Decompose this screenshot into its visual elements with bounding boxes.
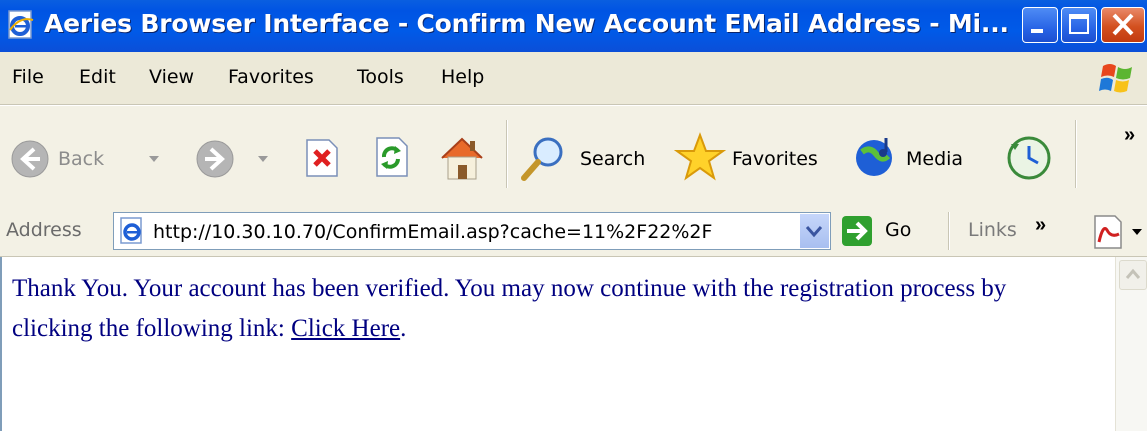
menu-tools[interactable]: Tools <box>357 66 404 88</box>
minimize-icon <box>1031 29 1043 33</box>
menu-bar: File Edit View Favorites Tools Help <box>0 52 1147 105</box>
toolbar-separator <box>506 120 508 188</box>
home-icon[interactable] <box>437 133 487 183</box>
address-input[interactable]: http://10.30.10.70/ConfirmEmail.asp?cach… <box>113 212 831 250</box>
address-dropdown-button[interactable] <box>799 214 829 248</box>
links-label[interactable]: Links <box>968 219 1017 241</box>
favorites-icon <box>674 132 726 181</box>
message-text: Thank You. Your account has been verifie… <box>12 275 1007 342</box>
history-icon[interactable] <box>1005 134 1053 182</box>
toolbar-separator <box>1075 120 1077 188</box>
address-separator <box>948 212 950 250</box>
chevron-up-icon <box>1125 268 1141 279</box>
search-icon <box>521 137 563 181</box>
forward-dropdown-icon <box>258 156 268 162</box>
toolbar-overflow-icon[interactable]: » <box>1124 124 1135 147</box>
go-button[interactable]: Go <box>838 206 918 256</box>
favorites-label: Favorites <box>732 148 818 170</box>
close-button[interactable] <box>1101 7 1145 43</box>
address-bar: Address http://10.30.10.70/ConfirmEmail.… <box>0 206 1147 257</box>
pdf-icon <box>1094 215 1122 249</box>
close-icon <box>1112 13 1134 36</box>
back-icon <box>11 140 49 178</box>
maximize-icon <box>1069 14 1089 34</box>
chevron-down-icon <box>1132 229 1142 235</box>
links-overflow-icon[interactable]: » <box>1035 214 1046 237</box>
title-bar[interactable]: Aeries Browser Interface - Confirm New A… <box>0 0 1147 52</box>
menu-edit[interactable]: Edit <box>79 66 116 88</box>
minimize-button[interactable] <box>1022 7 1058 43</box>
address-label: Address <box>6 219 82 241</box>
page-content: Thank You. Your account has been verifie… <box>0 257 1147 431</box>
ie-page-icon <box>8 10 34 39</box>
menu-help[interactable]: Help <box>441 66 484 88</box>
address-url: http://10.30.10.70/ConfirmEmail.asp?cach… <box>153 221 713 243</box>
search-label: Search <box>580 148 646 170</box>
window-title: Aeries Browser Interface - Confirm New A… <box>44 9 1009 38</box>
forward-button[interactable] <box>190 106 275 206</box>
media-label: Media <box>906 148 964 170</box>
message-trailing: . <box>400 315 407 342</box>
back-label: Back <box>58 148 105 170</box>
forward-icon <box>196 140 234 178</box>
acrobat-button[interactable] <box>1085 212 1145 252</box>
favorites-button[interactable]: Favorites <box>672 106 842 206</box>
chevron-down-icon <box>805 226 823 238</box>
standard-toolbar: Back Search Favorites Media » <box>0 105 1147 207</box>
maximize-button[interactable] <box>1061 7 1097 43</box>
stop-icon[interactable] <box>303 138 339 178</box>
vertical-scrollbar[interactable] <box>1115 257 1147 431</box>
menu-view[interactable]: View <box>149 66 194 88</box>
media-button[interactable]: Media <box>850 106 990 206</box>
confirmation-message: Thank You. Your account has been verifie… <box>12 269 1092 349</box>
click-here-link[interactable]: Click Here <box>291 315 400 342</box>
go-arrow-icon <box>842 216 872 246</box>
browser-window: Aeries Browser Interface - Confirm New A… <box>0 0 1147 431</box>
back-dropdown-icon <box>149 156 159 162</box>
refresh-icon[interactable] <box>373 136 409 178</box>
search-button[interactable]: Search <box>515 106 665 206</box>
page-icon <box>120 217 142 244</box>
menu-file[interactable]: File <box>12 66 44 88</box>
media-icon <box>856 138 892 176</box>
go-label: Go <box>885 219 912 241</box>
back-button[interactable]: Back <box>0 106 185 206</box>
windows-logo-icon <box>1099 64 1132 93</box>
scroll-up-button[interactable] <box>1119 260 1147 290</box>
menu-favorites[interactable]: Favorites <box>228 66 314 88</box>
